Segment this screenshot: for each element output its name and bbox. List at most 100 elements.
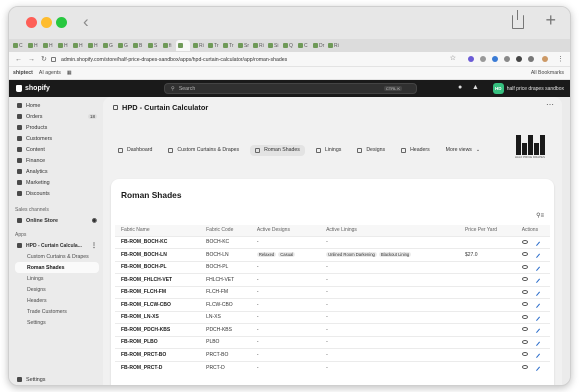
browser-tab[interactable]: G (101, 40, 115, 51)
browser-tab[interactable]: Sr (236, 40, 250, 51)
url-field[interactable]: admin.shopify.com/store/half-price-drape… (51, 54, 450, 65)
sidebar-item-home[interactable]: Home (9, 100, 103, 111)
view-icon[interactable] (521, 289, 528, 294)
browser-tab[interactable]: H (26, 40, 40, 51)
view-icon[interactable] (521, 365, 528, 369)
app-nav-tab[interactable]: Dashboard (113, 145, 157, 156)
extension-icon[interactable] (492, 56, 498, 62)
browser-tab[interactable] (176, 40, 190, 51)
extension-icon[interactable] (468, 56, 474, 62)
app-nav-tab[interactable]: Designs (352, 145, 390, 156)
sidebar-item-analytics[interactable]: Analytics (9, 166, 103, 177)
extension-icon[interactable] (480, 56, 486, 62)
reload-icon[interactable]: ↻ (41, 55, 47, 63)
browser-tab[interactable]: S (146, 40, 160, 51)
extension-icon[interactable] (504, 56, 510, 62)
edit-icon[interactable] (532, 238, 540, 246)
view-icon[interactable] (521, 327, 528, 332)
app-nav-tab[interactable]: Linings (311, 145, 346, 156)
shopify-logo[interactable]: shopify (16, 85, 50, 92)
sidebar-item-finance[interactable]: Finance (9, 155, 103, 166)
view-icon[interactable] (521, 339, 528, 344)
browser-tab[interactable]: G (116, 40, 130, 51)
store-switcher[interactable]: HD half price drapes sandbox (492, 83, 564, 94)
app-link[interactable]: Roman Shades (15, 262, 99, 273)
browser-tab[interactable]: Q (281, 40, 295, 51)
table-row[interactable]: FB-ROM_FLCW-CBO FLCW-CBO - - (115, 298, 550, 311)
view-icon[interactable] (521, 239, 528, 244)
browser-tab[interactable]: Ri (326, 40, 340, 51)
back-arrow-icon[interactable]: ← (15, 56, 22, 63)
view-icon[interactable] (521, 314, 528, 319)
browser-tab[interactable]: Si (266, 40, 280, 51)
browser-tab[interactable]: Tr (206, 40, 220, 51)
edit-icon[interactable] (532, 351, 540, 359)
browser-tab[interactable]: H (71, 40, 85, 51)
share-icon[interactable] (512, 10, 524, 29)
bookmark-grid-icon[interactable]: ▦ (67, 70, 72, 76)
table-row[interactable]: FB-ROM_LN-XS LN-XS - - (115, 310, 550, 324)
edit-icon[interactable] (532, 301, 540, 309)
forward-arrow-icon[interactable]: → (28, 56, 35, 63)
view-icon[interactable] (521, 277, 528, 282)
view-icon[interactable] (521, 302, 528, 307)
edit-icon[interactable] (532, 263, 540, 271)
sales-channels-heading[interactable]: Sales channels (9, 204, 103, 215)
pin-icon[interactable]: ⋮ (91, 242, 97, 249)
notification-bell-icon[interactable]: ● (458, 84, 466, 92)
app-nav-tab[interactable]: Custom Curtains & Drapes (163, 145, 244, 156)
app-link[interactable]: Settings (9, 317, 103, 328)
table-row[interactable]: FB-ROM_FLCH-FM FLCH-FM - - (115, 285, 550, 299)
close-window-button[interactable] (26, 17, 37, 28)
edit-icon[interactable] (532, 251, 540, 259)
all-bookmarks[interactable]: All Bookmarks (531, 70, 564, 76)
search-filter-icon[interactable]: ⚲≡ (536, 212, 544, 219)
app-link[interactable]: Linings (9, 273, 103, 284)
edit-icon[interactable] (532, 338, 540, 346)
edit-icon[interactable] (532, 363, 540, 372)
browser-tab[interactable]: Ri (251, 40, 265, 51)
app-nav-tab[interactable]: More views ⌄ (441, 145, 486, 156)
back-icon[interactable]: ‹ (83, 12, 89, 32)
sidebar-item-content[interactable]: Content (9, 144, 103, 155)
eye-icon[interactable]: ◉ (92, 217, 97, 224)
table-row[interactable]: FB-ROM_PRCT-D PRCT-D - - (115, 360, 550, 374)
app-link[interactable]: Trade Customers (9, 306, 103, 317)
bookmark-star-icon[interactable]: ☆ (450, 54, 456, 62)
sidebar-item-discounts[interactable]: Discounts (9, 188, 103, 199)
edit-icon[interactable] (532, 288, 540, 296)
app-nav-tab[interactable]: Roman Shades (250, 144, 305, 156)
table-row[interactable]: FB-ROM_FHLCH-VET FHLCH-VET - - (115, 273, 550, 286)
browser-tab[interactable]: H (86, 40, 100, 51)
table-row[interactable]: FB-ROM_PRCT-BO PRCT-BO - - (115, 348, 550, 361)
edit-icon[interactable] (532, 313, 540, 321)
extension-icon[interactable] (516, 56, 522, 62)
bookmark-item[interactable]: AI agents (39, 70, 61, 76)
sidebar-item-customers[interactable]: Customers (9, 133, 103, 144)
extension-icon[interactable] (528, 56, 534, 62)
sidebar-item-products[interactable]: Products (9, 122, 103, 133)
browser-tab[interactable]: fi (161, 40, 175, 51)
edit-icon[interactable] (532, 276, 540, 284)
view-icon[interactable] (521, 252, 528, 257)
app-link[interactable]: Custom Curtains & Drapes (9, 251, 103, 262)
bookmark-item[interactable]: shiptect (13, 70, 33, 76)
table-row[interactable]: FB-ROM_PLBO PLBO - - (115, 335, 550, 349)
app-link[interactable]: Designs (9, 284, 103, 295)
sidebar-item-settings[interactable]: Settings (9, 374, 45, 385)
browser-tab[interactable]: C (11, 40, 25, 51)
browser-tab[interactable]: Ri (191, 40, 205, 51)
browser-tab[interactable]: H (56, 40, 70, 51)
bell-icon[interactable]: ▲ (472, 84, 480, 92)
table-row[interactable]: FB-ROM_BOCH-PL BOCH-PL - - (115, 260, 550, 274)
browser-tab[interactable]: Tr (221, 40, 235, 51)
maximize-window-button[interactable] (56, 17, 67, 28)
menu-kebab-icon[interactable]: ⋮ (557, 55, 564, 63)
edit-icon[interactable] (532, 326, 540, 334)
sidebar-item-orders[interactable]: Orders 18 (9, 111, 103, 122)
search-input[interactable]: ⚲ Search CTRL K (164, 83, 417, 94)
view-icon[interactable] (521, 352, 528, 357)
table-row[interactable]: FB-ROM_BOCH-KC BOCH-KC - - (115, 235, 550, 249)
minimize-window-button[interactable] (41, 17, 52, 28)
browser-tab[interactable]: C (296, 40, 310, 51)
